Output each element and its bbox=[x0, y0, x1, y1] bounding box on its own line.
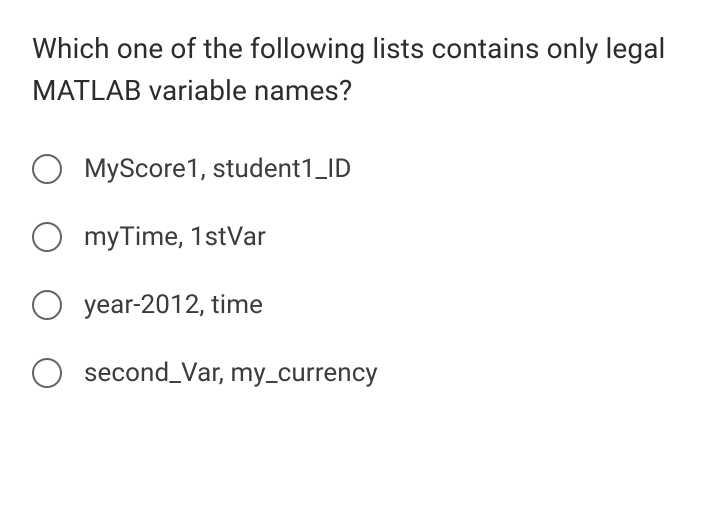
options-group: MyScore1, student1_ID myTime, 1stVar yea… bbox=[32, 154, 688, 388]
question-text: Which one of the following lists contain… bbox=[32, 28, 688, 112]
option-label: second_Var, my_currency bbox=[84, 358, 378, 388]
option-label: year-2012, time bbox=[84, 290, 263, 320]
option-label: myTime, 1stVar bbox=[84, 222, 266, 252]
radio-icon bbox=[32, 154, 62, 184]
option-2[interactable]: myTime, 1stVar bbox=[32, 222, 688, 252]
radio-icon bbox=[32, 290, 62, 320]
option-label: MyScore1, student1_ID bbox=[84, 154, 352, 184]
option-3[interactable]: year-2012, time bbox=[32, 290, 688, 320]
option-4[interactable]: second_Var, my_currency bbox=[32, 358, 688, 388]
option-1[interactable]: MyScore1, student1_ID bbox=[32, 154, 688, 184]
radio-icon bbox=[32, 358, 62, 388]
radio-icon bbox=[32, 222, 62, 252]
